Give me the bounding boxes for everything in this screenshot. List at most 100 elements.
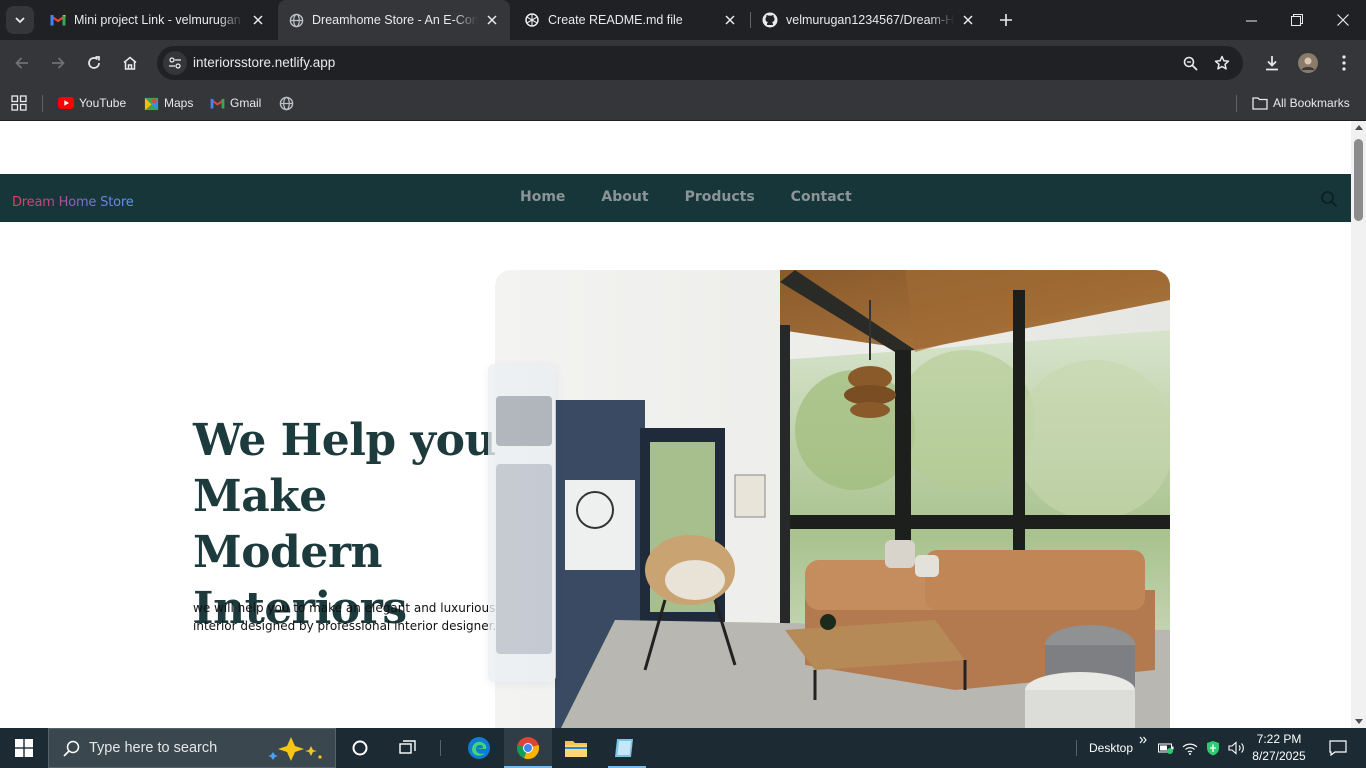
bookmark-label: Maps — [164, 96, 194, 110]
tab-strip: Mini project Link - velmurugan Dreamhome… — [0, 0, 1366, 40]
taskbar-edge[interactable] — [455, 728, 503, 768]
search-icon[interactable] — [1320, 190, 1338, 208]
nav-link-products[interactable]: Products — [685, 189, 755, 205]
battery-icon — [1158, 743, 1174, 754]
home-icon — [123, 56, 137, 70]
reload-button[interactable] — [80, 49, 108, 77]
bookmarks-bar: YouTube Maps Gmail All Bookmarks — [0, 86, 1366, 121]
speaker-icon — [1228, 741, 1244, 755]
restore-button[interactable] — [1274, 0, 1320, 40]
close-window-button[interactable] — [1320, 0, 1366, 40]
taskbar-divider — [440, 740, 441, 756]
maps-icon — [143, 95, 159, 111]
page-scrollbar[interactable] — [1351, 121, 1366, 728]
task-view-button[interactable] — [384, 728, 432, 768]
nav-link-contact[interactable]: Contact — [791, 189, 852, 205]
double-chevron-right-icon — [1139, 736, 1147, 744]
tab-github[interactable]: velmurugan1234567/Dream-Ho — [752, 4, 986, 36]
taskbar-file-explorer[interactable] — [552, 728, 600, 768]
home-button[interactable] — [116, 49, 144, 77]
apps-button[interactable] — [11, 92, 27, 114]
cortana-circle-icon — [352, 740, 368, 756]
clock-date: 8/27/2025 — [1252, 749, 1306, 763]
minimize-button[interactable] — [1228, 0, 1274, 40]
close-icon — [1337, 14, 1349, 26]
taskbar-chrome[interactable] — [504, 728, 552, 768]
volume-tray[interactable] — [1227, 728, 1247, 768]
close-tab-icon[interactable] — [722, 12, 738, 28]
hero-title-line: We Help you — [193, 415, 496, 466]
kebab-menu-icon — [1342, 55, 1346, 71]
tab-title: velmurugan1234567/Dream-Ho — [786, 13, 954, 27]
site-nav-links: Home About Products Contact — [520, 189, 852, 205]
zoom-button[interactable] — [1178, 51, 1202, 75]
scroll-down-arrow-icon[interactable] — [1355, 719, 1363, 724]
taskbar-clock[interactable]: 7:22 PM 8/27/2025 — [1248, 731, 1310, 765]
cortana-button[interactable] — [336, 728, 384, 768]
windows-logo-icon — [15, 739, 33, 757]
address-bar[interactable]: interiorsstore.netlify.app — [157, 46, 1243, 80]
taskbar-app-notepad[interactable] — [600, 728, 648, 768]
arrow-right-icon — [52, 57, 65, 69]
bookmark-youtube[interactable]: YouTube — [58, 92, 126, 114]
notification-center-button[interactable] — [1318, 728, 1358, 768]
menu-button[interactable] — [1330, 49, 1358, 77]
all-bookmarks-button[interactable]: All Bookmarks — [1252, 92, 1350, 114]
start-button[interactable] — [0, 728, 48, 768]
sparkle-icon — [268, 737, 322, 761]
close-tab-icon[interactable] — [250, 12, 266, 28]
nav-link-about[interactable]: About — [601, 189, 648, 205]
frosted-overlay-card — [488, 364, 556, 682]
nav-link-home[interactable]: Home — [520, 189, 565, 205]
bookmark-separator — [1236, 95, 1237, 112]
clock-time: 7:22 PM — [1256, 732, 1302, 746]
downloads-button[interactable] — [1258, 49, 1286, 77]
security-tray[interactable] — [1203, 728, 1223, 768]
new-tab-button[interactable] — [994, 8, 1018, 32]
taskbar-divider — [1076, 740, 1077, 756]
hero-interior-image — [495, 270, 1170, 728]
github-icon — [762, 12, 778, 28]
network-tray[interactable] — [1180, 728, 1200, 768]
apps-grid-icon — [11, 95, 27, 111]
chevron-down-icon — [15, 17, 25, 24]
search-icon — [61, 738, 81, 758]
close-tab-icon[interactable] — [960, 12, 976, 28]
back-button[interactable] — [8, 49, 36, 77]
chrome-icon — [517, 737, 540, 760]
tune-icon — [169, 57, 181, 69]
tab-separator — [750, 12, 751, 28]
folder-icon — [565, 741, 587, 757]
overlay-blur-shape — [496, 464, 552, 654]
site-logo[interactable]: Dream Home Store — [12, 195, 134, 210]
scroll-up-arrow-icon[interactable] — [1355, 125, 1363, 130]
windows-taskbar: Type here to search Desktop 7:22 PM 8/27… — [0, 728, 1366, 768]
search-placeholder: Type here to search — [89, 740, 218, 756]
bookmark-globe[interactable] — [278, 92, 299, 114]
desktop-toolbar[interactable]: Desktop — [1084, 728, 1138, 768]
forward-button[interactable] — [44, 49, 72, 77]
tab-search-button[interactable] — [6, 6, 34, 34]
plus-icon — [1000, 14, 1012, 26]
profile-avatar-button[interactable] — [1294, 49, 1322, 77]
taskbar-search-box[interactable]: Type here to search — [48, 728, 336, 768]
tab-dreamhome[interactable]: Dreamhome Store - An E-Comm — [278, 0, 510, 40]
avatar — [1298, 53, 1318, 73]
scroll-thumb[interactable] — [1354, 139, 1363, 221]
all-bookmarks-label: All Bookmarks — [1273, 96, 1350, 110]
tab-readme[interactable]: Create README.md file — [514, 4, 748, 36]
tab-gmail[interactable]: Mini project Link - velmurugan — [40, 4, 276, 36]
tab-title: Dreamhome Store - An E-Comm — [312, 13, 478, 27]
arrow-left-icon — [15, 57, 28, 69]
battery-tray[interactable] — [1156, 728, 1176, 768]
site-info-button[interactable] — [163, 51, 187, 75]
bookmark-gmail[interactable]: Gmail — [209, 92, 261, 114]
close-tab-icon[interactable] — [484, 12, 500, 28]
overlay-blur-shape — [496, 396, 552, 446]
bookmark-maps[interactable]: Maps — [143, 92, 193, 114]
bookmark-star-button[interactable] — [1210, 51, 1234, 75]
zoom-icon — [1183, 56, 1198, 71]
gmail-icon — [209, 95, 225, 111]
minimize-icon — [1245, 20, 1257, 21]
toolbar-expand-button[interactable] — [1136, 720, 1150, 760]
